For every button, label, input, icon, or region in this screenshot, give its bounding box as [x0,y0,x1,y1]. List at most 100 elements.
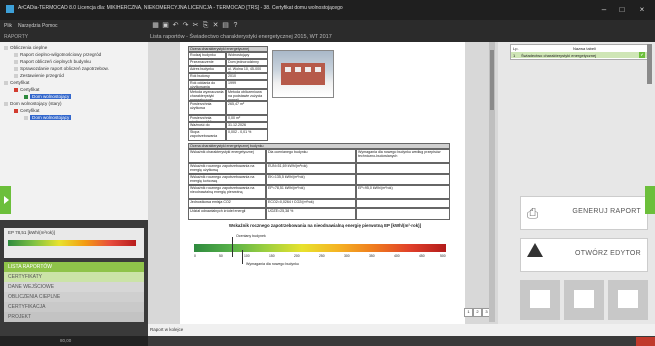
certificate-icon [14,109,18,113]
table-cell [356,199,450,208]
document-title-bar: Lista raportów - Świadectwo charakteryst… [148,32,655,42]
app-icon [6,5,14,13]
chart-icon[interactable]: ▤ [222,22,229,29]
form-label: Rok budowy [188,73,226,80]
table-cell: EP=78,51 kWh/(m²rok) [266,185,356,199]
minimize-icon[interactable]: – [596,4,612,16]
table-header: Wymagania dla nowego budynku według prze… [356,149,450,163]
table-header: Wskaźnik charakterystyki energetycznej [188,149,266,163]
thermal-calc-button[interactable]: OBLICZENIA CIEPLNE [4,292,144,302]
table-cell [356,174,450,185]
scale-tick: 350 [369,254,375,258]
export-button[interactable] [608,280,648,320]
report-icon [14,53,18,57]
menu-bar: Plik Narzędzia Pomoc [0,20,148,32]
open-editor-button[interactable]: OTWÓRZ EDYTOR [520,238,648,272]
bottom-toolbar [148,336,655,346]
scale-marker [232,237,233,257]
form-value: 1999 [226,80,268,89]
certificates-button[interactable]: CERTYFIKATY [4,272,144,282]
scale-tick: 100 [244,254,250,258]
table-cell: Wskaźnik rocznego zapotrzebowania na ene… [188,174,266,185]
list-reports-button[interactable]: LISTA RAPORTÓW [4,262,144,272]
table-header: Dla ocenianego budynku [266,149,356,163]
generate-report-button[interactable]: ⎙ GENERUJ RAPORT [520,196,648,230]
window-title: ArCADia-TERMOCAD 8.0 Licencja dla: MIKIH… [18,5,343,11]
form-label: Przeznaczenie budynku [188,59,226,66]
form-value: 0,002 - 0,01 % [226,129,268,141]
table-cell: EP=95,0 kWh/(m²rok) [356,185,450,199]
left-footer: 80,00 [0,336,148,346]
right-scrollbar[interactable] [647,44,652,84]
window-shape [285,67,291,72]
delete-icon[interactable]: ✕ [212,22,219,29]
table-cell: EUN=51,69 kWh/(m²rok) [266,163,356,174]
form-value: ul. Wolna 10, 45-000 Opole [226,66,268,73]
undo-icon[interactable]: ↶ [172,22,179,29]
collapse-left-panel-button[interactable] [0,186,11,214]
menu-help[interactable]: Pomoc [42,23,58,29]
tree-item[interactable]: Zestawienie przegród [14,73,64,78]
house-icon [24,95,28,99]
check-icon[interactable]: ✔ [639,52,645,58]
project-button[interactable]: PROJEKT [4,312,144,322]
scale-tick: 150 [269,254,275,258]
tree-item[interactable]: Sprawozdanie raport obliczeń zapotrzebow… [14,66,109,71]
title-bar: ArCADia-TERMOCAD 8.0 Licencja dla: MIKIH… [0,0,655,20]
scale-tick: 300 [344,254,350,258]
close-icon[interactable]: × [634,4,650,16]
report-icon [14,67,18,71]
tree-item[interactable]: Certyfikat [14,108,39,113]
table-row[interactable]: 1 Świadectwo charakterystyki energetyczn… [511,52,648,58]
form-label: Ważność do [188,122,226,129]
gauge-bar [8,240,136,246]
copy-icon[interactable]: ⎘ [202,22,209,29]
tree-item-selected[interactable]: Dom wolnostojący [24,94,72,99]
menu-file[interactable]: Plik [4,23,12,29]
table-cell: Jednostkowa emisja CO2 [188,199,266,208]
building-photo [272,50,334,98]
certificate-icon [14,88,18,92]
print-button[interactable] [520,280,560,320]
scale-tick: 500 [440,254,446,258]
collapse-right-panel-button[interactable] [645,186,655,214]
export-icon [618,290,638,308]
new-icon[interactable]: ▦ [152,22,159,29]
scrollbar-thumb[interactable] [490,50,494,110]
form-value: 31.12.2026 [226,122,268,129]
tree-item[interactable]: Raport obliczeń cieplnych budynku [14,59,91,64]
page-nav-2[interactable]: 2 [473,308,482,317]
editor-icon [527,243,543,257]
tree-item[interactable]: Obliczenia cieplne [4,45,47,50]
scale-tick: 50 [219,254,223,258]
scale-marker-label: Oceniany budynek [236,234,266,238]
form-value: Dom jednorodzinny [226,59,268,66]
save-doc-button[interactable] [564,280,604,320]
save-icon[interactable]: ▣ [162,22,169,29]
floppy-icon [574,290,594,308]
tree-item[interactable]: Dom wolnostojący [24,115,72,120]
cut-icon[interactable]: ✂ [192,22,199,29]
page-nav-1[interactable]: 1 [464,308,473,317]
maximize-icon[interactable]: □ [614,4,630,16]
report-tree: Obliczenia cieplne Raport cieplno-wilgot… [0,42,148,220]
tree-item[interactable]: Dom wolnostojący (stary) [4,101,62,106]
certification-button[interactable]: CERTYFIKACJA [4,302,144,312]
input-data-button[interactable]: DANE WEJŚCIOWE [4,282,144,292]
tree-item[interactable]: Raport cieplno-wilgotnościowy przegród [14,52,101,57]
exit-button[interactable] [636,337,655,346]
redo-icon[interactable]: ↷ [182,22,189,29]
form-label: Rok oddania do użytkowania [188,80,226,89]
scale-tick: 0 [194,254,196,258]
form-value: 265,47 m² [226,101,268,115]
folder-icon [4,102,8,106]
house-icon [24,116,28,120]
scale-tick: 250 [319,254,325,258]
tree-item[interactable]: Certyfikat [4,80,29,85]
form-label: Rodzaj budynku [188,52,226,59]
tree-item[interactable]: Certyfikat [14,87,39,92]
help-icon[interactable]: ? [232,22,239,29]
menu-tools[interactable]: Narzędzia [18,23,41,29]
window-shape [315,67,321,72]
table-cell [356,163,450,174]
